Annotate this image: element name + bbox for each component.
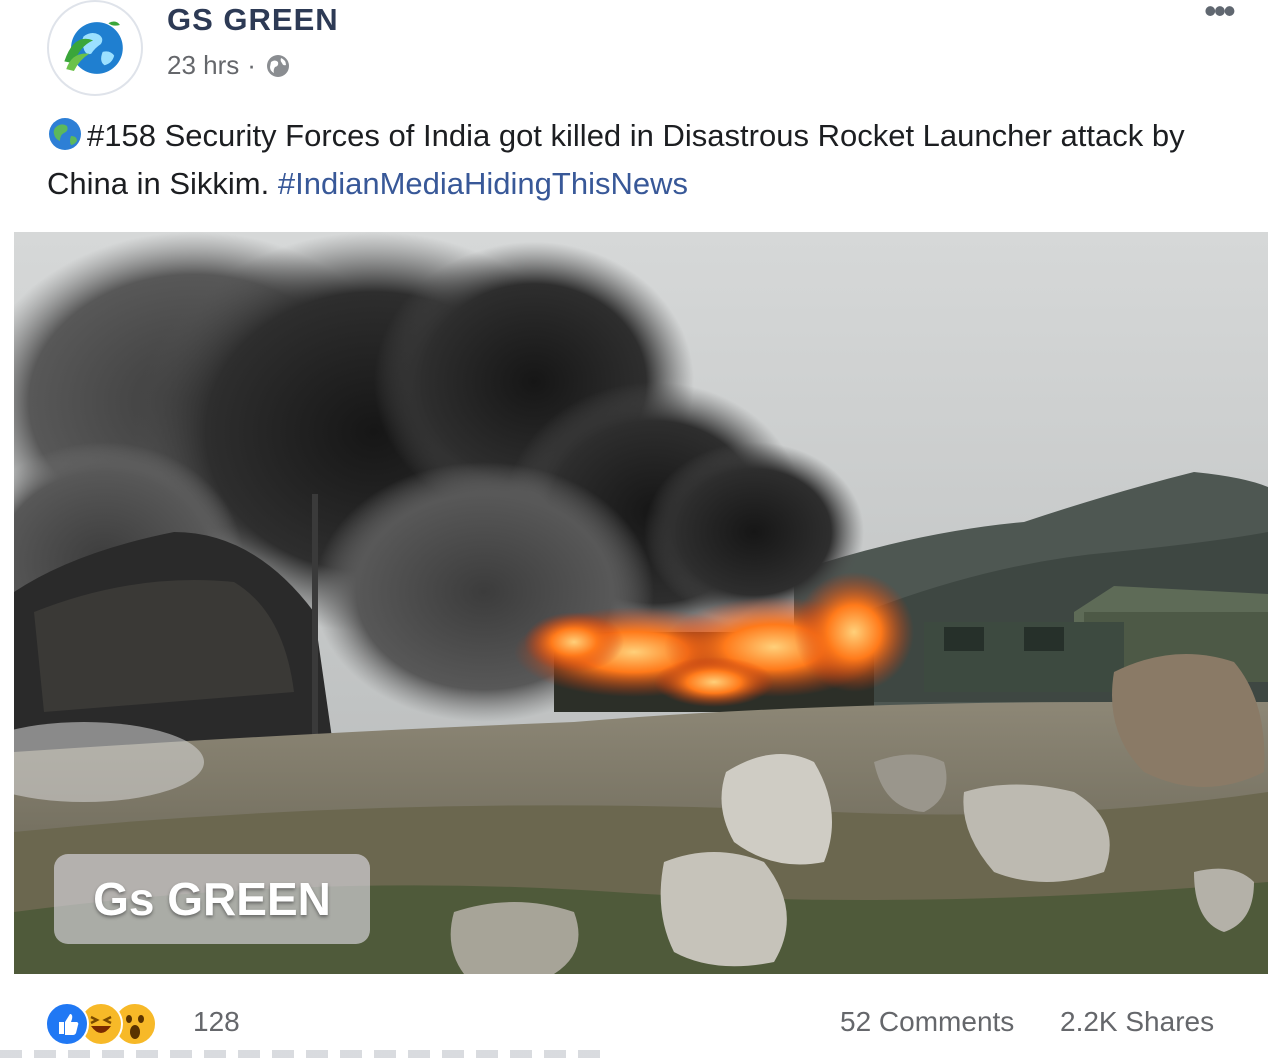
cropped-row-divider bbox=[0, 1050, 610, 1058]
page-avatar[interactable] bbox=[47, 0, 143, 96]
globe-icon[interactable] bbox=[264, 52, 292, 80]
post-meta: 23 hrs · bbox=[167, 50, 292, 81]
meta-separator: · bbox=[247, 50, 256, 80]
reaction-count[interactable]: 128 bbox=[193, 1006, 240, 1038]
earth-globe-emoji-icon bbox=[49, 118, 81, 150]
shares-count-link[interactable]: 2.2K Shares bbox=[1060, 1006, 1214, 1038]
photo-watermark: Gs GREEN bbox=[54, 854, 370, 944]
facebook-post: GS GREEN 23 hrs · ••• #158 Security Forc… bbox=[0, 0, 1280, 1058]
comments-count-link[interactable]: 52 Comments bbox=[840, 1006, 1014, 1038]
post-photo[interactable]: Gs GREEN bbox=[14, 232, 1268, 974]
like-icon[interactable] bbox=[45, 1002, 89, 1046]
post-text: #158 Security Forces of India got killed… bbox=[47, 112, 1247, 208]
page-name-link[interactable]: GS GREEN bbox=[167, 2, 339, 38]
more-options-icon[interactable]: ••• bbox=[1204, 0, 1236, 29]
avatar-globe-logo-icon bbox=[50, 3, 140, 93]
hashtag-link[interactable]: #IndianMediaHidingThisNews bbox=[278, 166, 688, 201]
post-timestamp[interactable]: 23 hrs bbox=[167, 50, 239, 81]
photo-watermark-text: Gs GREEN bbox=[93, 873, 331, 925]
